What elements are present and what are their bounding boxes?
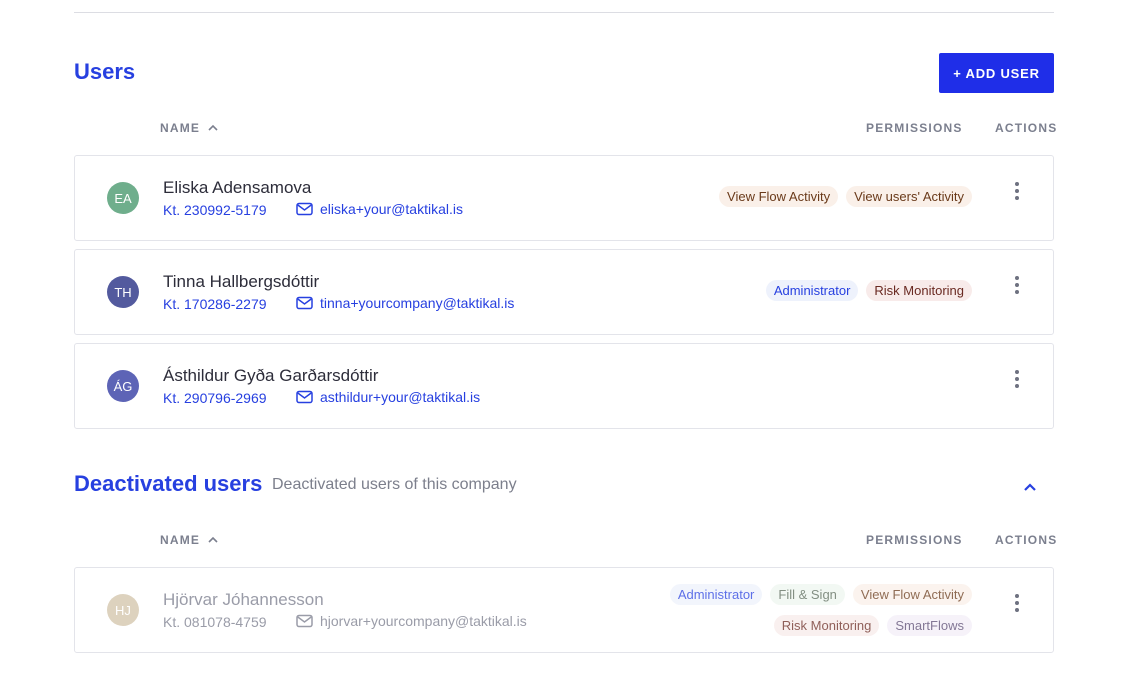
permissions-column-header: PERMISSIONS <box>866 121 963 135</box>
email-text: tinna+yourcompany@taktikal.is <box>320 295 515 311</box>
more-vert-icon <box>1015 276 1019 280</box>
mail-icon <box>296 202 313 216</box>
permission-tag: Administrator <box>669 584 763 605</box>
mail-icon <box>296 614 313 628</box>
avatar: EA <box>107 182 139 214</box>
email-text: asthildur+your@taktikal.is <box>320 389 481 405</box>
permission-tag: View users' Activity <box>846 186 972 207</box>
permission-tag: Risk Monitoring <box>773 615 880 636</box>
email-text: eliska+your@taktikal.is <box>320 201 463 217</box>
mail-icon <box>296 296 313 310</box>
user-card[interactable]: TH Tinna Hallbergsdóttir Kt. 170286-2279 ti… <box>74 249 1054 335</box>
user-kennitala[interactable]: Kt. 170286-2279 <box>163 296 267 312</box>
deactivated-actions-column-header: ACTIONS <box>995 533 1058 547</box>
user-name: Ásthildur Gyða Garðarsdóttir <box>163 366 379 385</box>
avatar: HJ <box>107 594 139 626</box>
deactivated-permissions-column-header: PERMISSIONS <box>866 533 963 547</box>
more-vert-icon <box>1015 370 1019 374</box>
deactivated-name-column-header[interactable]: NAME <box>160 533 220 547</box>
add-user-button[interactable]: + ADD USER <box>939 53 1054 93</box>
chevron-up-icon <box>1024 483 1036 491</box>
collapse-section-button[interactable] <box>1018 476 1042 498</box>
permission-tag: Risk Monitoring <box>866 280 972 301</box>
permission-tag: SmartFlows <box>887 615 972 636</box>
permissions-list: Administrator Fill & Sign View Flow Activi… <box>652 584 972 636</box>
more-actions-button[interactable] <box>1013 592 1021 614</box>
user-card[interactable]: ÁG Ásthildur Gyða Garðarsdóttir Kt. 290796… <box>74 343 1054 429</box>
sort-ascending-icon <box>208 536 218 543</box>
more-actions-button[interactable] <box>1013 368 1021 390</box>
top-divider <box>74 12 1054 13</box>
user-name: Hjörvar Jóhannesson <box>163 590 324 609</box>
more-vert-icon <box>1015 182 1019 186</box>
sort-ascending-icon <box>208 124 218 131</box>
avatar: ÁG <box>107 370 139 402</box>
mail-icon <box>296 390 313 404</box>
user-kennitala: Kt. 081078-4759 <box>163 614 267 630</box>
avatar: TH <box>107 276 139 308</box>
permission-tag: View Flow Activity <box>719 186 839 207</box>
deactivated-users-subtitle: Deactivated users of this company <box>272 476 517 493</box>
user-email[interactable]: tinna+yourcompany@taktikal.is <box>296 295 514 311</box>
permissions-list: View Flow Activity View users' Activity <box>719 186 972 207</box>
permission-tag: View Flow Activity <box>852 584 972 605</box>
permission-tag: Fill & Sign <box>770 584 845 605</box>
more-actions-button[interactable] <box>1013 274 1021 296</box>
deactivated-user-card[interactable]: HJ Hjörvar Jóhannesson Kt. 081078-4759 hjor… <box>74 567 1054 653</box>
permissions-list: Administrator Risk Monitoring <box>765 280 972 301</box>
user-name: Eliska Adensamova <box>163 178 312 197</box>
more-actions-button[interactable] <box>1013 180 1021 202</box>
user-kennitala[interactable]: Kt. 230992-5179 <box>163 202 267 218</box>
users-title: Users <box>74 59 136 84</box>
name-column-header[interactable]: NAME <box>160 121 220 135</box>
more-vert-icon <box>1015 594 1019 598</box>
actions-column-header: ACTIONS <box>995 121 1058 135</box>
permission-tag: Administrator <box>765 280 859 301</box>
user-card[interactable]: EA Eliska Adensamova Kt. 230992-5179 eliska… <box>74 155 1054 241</box>
user-email: hjorvar+yourcompany@taktikal.is <box>296 613 527 629</box>
deactivated-users-title: Deactivated users <box>74 471 263 496</box>
user-email[interactable]: eliska+your@taktikal.is <box>296 201 463 217</box>
user-kennitala[interactable]: Kt. 290796-2969 <box>163 390 267 406</box>
email-text: hjorvar+yourcompany@taktikal.is <box>320 613 527 629</box>
user-name: Tinna Hallbergsdóttir <box>163 272 320 291</box>
user-email[interactable]: asthildur+your@taktikal.is <box>296 389 480 405</box>
